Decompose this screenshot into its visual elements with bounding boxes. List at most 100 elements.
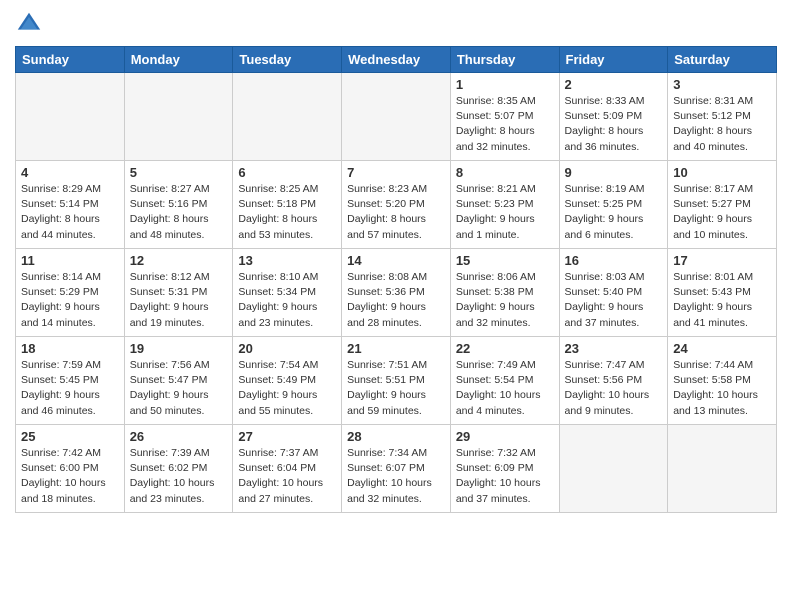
day-info: Sunrise: 8:01 AMSunset: 5:43 PMDaylight:… bbox=[673, 270, 771, 331]
day-number: 4 bbox=[21, 165, 119, 180]
day-info: Sunrise: 7:59 AMSunset: 5:45 PMDaylight:… bbox=[21, 358, 119, 419]
calendar-cell: 6 Sunrise: 8:25 AMSunset: 5:18 PMDaylight… bbox=[233, 161, 342, 249]
calendar-cell: 29 Sunrise: 7:32 AMSunset: 6:09 PMDayligh… bbox=[450, 425, 559, 513]
calendar-cell: 23 Sunrise: 7:47 AMSunset: 5:56 PMDayligh… bbox=[559, 337, 668, 425]
calendar-cell: 28Sunrise: 7:34 AMSunset: 6:07 PMDayligh… bbox=[342, 425, 451, 513]
calendar-cell: 8 Sunrise: 8:21 AMSunset: 5:23 PMDaylight… bbox=[450, 161, 559, 249]
calendar-cell: 12 Sunrise: 8:12 AMSunset: 5:31 PMDayligh… bbox=[124, 249, 233, 337]
day-info: Sunrise: 7:32 AMSunset: 6:09 PMDaylight:… bbox=[456, 446, 554, 507]
day-number: 8 bbox=[456, 165, 554, 180]
day-info: Sunrise: 8:31 AMSunset: 5:12 PMDaylight:… bbox=[673, 94, 771, 155]
weekday-header-sunday: Sunday bbox=[16, 47, 125, 73]
day-number: 28 bbox=[347, 429, 445, 444]
day-number: 12 bbox=[130, 253, 228, 268]
day-number: 13 bbox=[238, 253, 336, 268]
day-number: 5 bbox=[130, 165, 228, 180]
calendar-cell: 10 Sunrise: 8:17 AMSunset: 5:27 PMDayligh… bbox=[668, 161, 777, 249]
day-number: 20 bbox=[238, 341, 336, 356]
day-info: Sunrise: 8:21 AMSunset: 5:23 PMDaylight:… bbox=[456, 182, 554, 243]
calendar-cell: 18 Sunrise: 7:59 AMSunset: 5:45 PMDayligh… bbox=[16, 337, 125, 425]
calendar-week-0: 1 Sunrise: 8:35 AMSunset: 5:07 PMDaylight… bbox=[16, 73, 777, 161]
weekday-header-thursday: Thursday bbox=[450, 47, 559, 73]
day-info: Sunrise: 7:54 AMSunset: 5:49 PMDaylight:… bbox=[238, 358, 336, 419]
calendar-week-3: 18 Sunrise: 7:59 AMSunset: 5:45 PMDayligh… bbox=[16, 337, 777, 425]
day-info: Sunrise: 8:12 AMSunset: 5:31 PMDaylight:… bbox=[130, 270, 228, 331]
day-info: Sunrise: 8:27 AMSunset: 5:16 PMDaylight:… bbox=[130, 182, 228, 243]
calendar-cell: 25 Sunrise: 7:42 AMSunset: 6:00 PMDayligh… bbox=[16, 425, 125, 513]
calendar-cell: 1 Sunrise: 8:35 AMSunset: 5:07 PMDaylight… bbox=[450, 73, 559, 161]
day-number: 26 bbox=[130, 429, 228, 444]
day-info: Sunrise: 7:47 AMSunset: 5:56 PMDaylight:… bbox=[565, 358, 663, 419]
day-info: Sunrise: 8:19 AMSunset: 5:25 PMDaylight:… bbox=[565, 182, 663, 243]
calendar-cell: 11 Sunrise: 8:14 AMSunset: 5:29 PMDayligh… bbox=[16, 249, 125, 337]
day-info: Sunrise: 7:44 AMSunset: 5:58 PMDaylight:… bbox=[673, 358, 771, 419]
calendar-cell: 22 Sunrise: 7:49 AMSunset: 5:54 PMDayligh… bbox=[450, 337, 559, 425]
logo-icon bbox=[15, 10, 43, 38]
weekday-header-tuesday: Tuesday bbox=[233, 47, 342, 73]
day-number: 23 bbox=[565, 341, 663, 356]
weekday-header-monday: Monday bbox=[124, 47, 233, 73]
calendar-cell: 24 Sunrise: 7:44 AMSunset: 5:58 PMDayligh… bbox=[668, 337, 777, 425]
header bbox=[15, 10, 777, 38]
day-number: 16 bbox=[565, 253, 663, 268]
calendar-table: SundayMondayTuesdayWednesdayThursdayFrid… bbox=[15, 46, 777, 513]
day-number: 25 bbox=[21, 429, 119, 444]
calendar-week-4: 25 Sunrise: 7:42 AMSunset: 6:00 PMDayligh… bbox=[16, 425, 777, 513]
day-info: Sunrise: 7:39 AMSunset: 6:02 PMDaylight:… bbox=[130, 446, 228, 507]
calendar-cell: 2Sunrise: 8:33 AMSunset: 5:09 PMDaylight… bbox=[559, 73, 668, 161]
day-number: 6 bbox=[238, 165, 336, 180]
day-info: Sunrise: 7:49 AMSunset: 5:54 PMDaylight:… bbox=[456, 358, 554, 419]
calendar-cell: 16Sunrise: 8:03 AMSunset: 5:40 PMDayligh… bbox=[559, 249, 668, 337]
calendar-cell: 20 Sunrise: 7:54 AMSunset: 5:49 PMDayligh… bbox=[233, 337, 342, 425]
weekday-header-saturday: Saturday bbox=[668, 47, 777, 73]
calendar-cell bbox=[124, 73, 233, 161]
day-info: Sunrise: 8:29 AMSunset: 5:14 PMDaylight:… bbox=[21, 182, 119, 243]
day-number: 21 bbox=[347, 341, 445, 356]
day-info: Sunrise: 7:56 AMSunset: 5:47 PMDaylight:… bbox=[130, 358, 228, 419]
day-info: Sunrise: 7:51 AMSunset: 5:51 PMDaylight:… bbox=[347, 358, 445, 419]
day-info: Sunrise: 8:35 AMSunset: 5:07 PMDaylight:… bbox=[456, 94, 554, 155]
day-number: 18 bbox=[21, 341, 119, 356]
calendar-cell bbox=[559, 425, 668, 513]
page: SundayMondayTuesdayWednesdayThursdayFrid… bbox=[0, 0, 792, 612]
day-info: Sunrise: 8:14 AMSunset: 5:29 PMDaylight:… bbox=[21, 270, 119, 331]
day-number: 22 bbox=[456, 341, 554, 356]
calendar-cell bbox=[16, 73, 125, 161]
day-number: 9 bbox=[565, 165, 663, 180]
calendar-cell: 3 Sunrise: 8:31 AMSunset: 5:12 PMDaylight… bbox=[668, 73, 777, 161]
calendar-cell: 15 Sunrise: 8:06 AMSunset: 5:38 PMDayligh… bbox=[450, 249, 559, 337]
day-info: Sunrise: 8:23 AMSunset: 5:20 PMDaylight:… bbox=[347, 182, 445, 243]
day-number: 24 bbox=[673, 341, 771, 356]
day-info: Sunrise: 8:10 AMSunset: 5:34 PMDaylight:… bbox=[238, 270, 336, 331]
calendar-cell: 5 Sunrise: 8:27 AMSunset: 5:16 PMDaylight… bbox=[124, 161, 233, 249]
day-number: 29 bbox=[456, 429, 554, 444]
day-number: 10 bbox=[673, 165, 771, 180]
day-info: Sunrise: 7:42 AMSunset: 6:00 PMDaylight:… bbox=[21, 446, 119, 507]
day-number: 17 bbox=[673, 253, 771, 268]
calendar-cell: 27Sunrise: 7:37 AMSunset: 6:04 PMDayligh… bbox=[233, 425, 342, 513]
day-number: 27 bbox=[238, 429, 336, 444]
day-info: Sunrise: 8:08 AMSunset: 5:36 PMDaylight:… bbox=[347, 270, 445, 331]
calendar-cell: 9 Sunrise: 8:19 AMSunset: 5:25 PMDaylight… bbox=[559, 161, 668, 249]
calendar-cell bbox=[342, 73, 451, 161]
day-number: 15 bbox=[456, 253, 554, 268]
calendar-cell: 7Sunrise: 8:23 AMSunset: 5:20 PMDaylight… bbox=[342, 161, 451, 249]
calendar-cell: 26 Sunrise: 7:39 AMSunset: 6:02 PMDayligh… bbox=[124, 425, 233, 513]
calendar-cell: 4 Sunrise: 8:29 AMSunset: 5:14 PMDaylight… bbox=[16, 161, 125, 249]
day-info: Sunrise: 8:06 AMSunset: 5:38 PMDaylight:… bbox=[456, 270, 554, 331]
day-number: 2 bbox=[565, 77, 663, 92]
day-number: 3 bbox=[673, 77, 771, 92]
calendar-cell: 21 Sunrise: 7:51 AMSunset: 5:51 PMDayligh… bbox=[342, 337, 451, 425]
weekday-header-row: SundayMondayTuesdayWednesdayThursdayFrid… bbox=[16, 47, 777, 73]
day-number: 11 bbox=[21, 253, 119, 268]
day-number: 14 bbox=[347, 253, 445, 268]
logo bbox=[15, 10, 47, 38]
calendar-week-2: 11 Sunrise: 8:14 AMSunset: 5:29 PMDayligh… bbox=[16, 249, 777, 337]
day-info: Sunrise: 8:25 AMSunset: 5:18 PMDaylight:… bbox=[238, 182, 336, 243]
calendar-week-1: 4 Sunrise: 8:29 AMSunset: 5:14 PMDaylight… bbox=[16, 161, 777, 249]
calendar-cell: 19Sunrise: 7:56 AMSunset: 5:47 PMDayligh… bbox=[124, 337, 233, 425]
weekday-header-wednesday: Wednesday bbox=[342, 47, 451, 73]
day-number: 1 bbox=[456, 77, 554, 92]
calendar-cell: 13 Sunrise: 8:10 AMSunset: 5:34 PMDayligh… bbox=[233, 249, 342, 337]
day-info: Sunrise: 8:17 AMSunset: 5:27 PMDaylight:… bbox=[673, 182, 771, 243]
